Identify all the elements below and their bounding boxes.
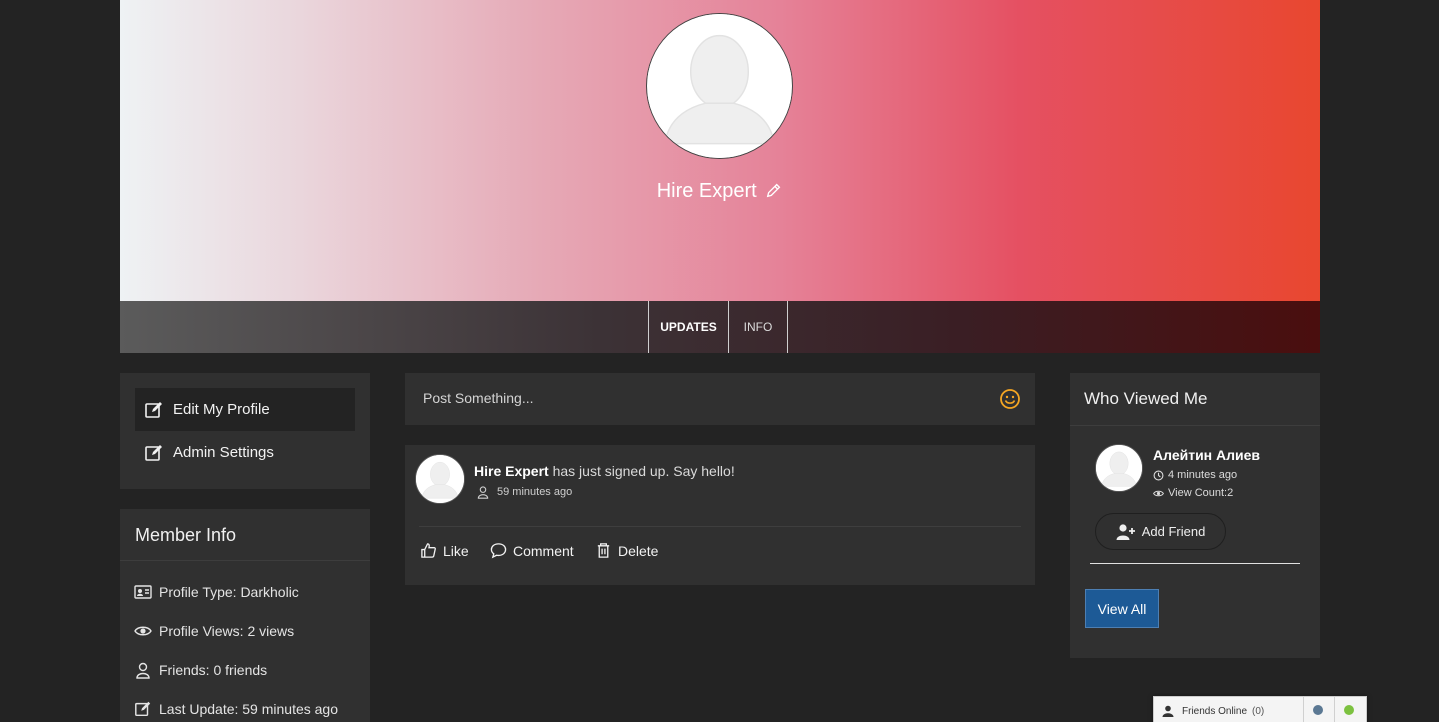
clock-icon: [1153, 470, 1164, 480]
feed-time-text: 59 minutes ago: [497, 486, 573, 498]
away-status-dot[interactable]: [1313, 705, 1323, 715]
online-status-dot[interactable]: [1344, 705, 1354, 715]
feed-text: Hire Expert has just signed up. Say hell…: [474, 463, 735, 479]
divider: [120, 560, 370, 561]
feed-avatar[interactable]: [415, 454, 465, 504]
who-viewed-title: Who Viewed Me: [1084, 389, 1208, 408]
profile-views-text: Profile Views: 2 views: [159, 623, 295, 639]
edit-icon: [135, 701, 151, 717]
viewer-time-text: 4 minutes ago: [1168, 469, 1238, 481]
viewer-count-text: View Count:2: [1168, 487, 1234, 499]
feed-author-link[interactable]: Hire Expert: [474, 463, 549, 479]
comment-label: Comment: [513, 542, 574, 559]
eye-icon: [1153, 490, 1164, 496]
friends-online-text: Friends Online: [1182, 705, 1248, 717]
user-icon: [1162, 705, 1174, 717]
friends-row: Friends: 0 friends: [134, 661, 267, 679]
divider: [1090, 563, 1300, 564]
divider: [1070, 425, 1320, 426]
divider: [419, 526, 1021, 527]
default-avatar-icon: [1096, 445, 1142, 491]
add-friend-label: Add Friend: [1141, 524, 1206, 539]
last-update-text: Last Update: 59 minutes ago: [159, 701, 339, 717]
viewer-count: View Count:2: [1153, 487, 1233, 499]
add-friend-button[interactable]: Add Friend: [1095, 513, 1226, 550]
feed-item: Hire Expert has just signed up. Say hell…: [405, 445, 1035, 585]
thumbs-up-icon: [421, 543, 436, 558]
friends-online-bar[interactable]: Friends Online (0): [1153, 696, 1367, 722]
who-viewed-panel: Who Viewed Me Алейтин Алиев 4 minutes ag…: [1070, 373, 1320, 658]
admin-settings-link[interactable]: Admin Settings: [135, 431, 355, 474]
default-avatar-icon: [416, 455, 464, 503]
profile-menu: Edit My Profile Admin Settings: [120, 373, 370, 489]
tab-updates[interactable]: UPDATES: [648, 301, 729, 353]
profile-avatar[interactable]: [646, 13, 793, 159]
delete-button[interactable]: Delete: [595, 542, 658, 559]
trash-icon: [597, 543, 610, 558]
pencil-icon[interactable]: [765, 181, 783, 199]
post-composer[interactable]: Post Something...: [405, 373, 1035, 425]
profile-views-row: Profile Views: 2 views: [134, 622, 294, 640]
default-avatar-icon: [647, 14, 792, 158]
tab-info[interactable]: INFO: [729, 301, 788, 353]
user-icon: [477, 486, 489, 499]
menu-label: Edit My Profile: [173, 401, 270, 418]
delete-label: Delete: [618, 542, 659, 559]
post-input-placeholder[interactable]: Post Something...: [423, 390, 534, 406]
feed-message: has just signed up. Say hello!: [548, 463, 735, 479]
like-button[interactable]: Like: [420, 542, 469, 559]
comment-button[interactable]: Comment: [490, 542, 574, 559]
divider: [1303, 697, 1304, 722]
profile-type-text: Profile Type: Darkholic: [159, 584, 299, 600]
profile-name-text: Hire Expert: [656, 180, 757, 202]
like-label: Like: [443, 542, 469, 559]
eye-icon: [134, 626, 152, 636]
comment-icon: [490, 543, 507, 559]
smiley-icon[interactable]: [999, 388, 1021, 410]
member-info-panel: Member Info Profile Type: Darkholic Prof…: [120, 509, 370, 722]
edit-profile-link[interactable]: Edit My Profile: [135, 388, 355, 431]
view-all-button[interactable]: View All: [1085, 589, 1159, 628]
profile-type-row: Profile Type: Darkholic: [134, 583, 299, 601]
divider: [1334, 697, 1335, 722]
last-update-row: Last Update: 59 minutes ago: [134, 700, 338, 718]
viewer-time: 4 minutes ago: [1153, 469, 1237, 481]
friends-online-count: (0): [1252, 705, 1265, 717]
edit-icon: [145, 444, 162, 461]
user-plus-icon: [1116, 523, 1135, 540]
viewer-avatar[interactable]: [1095, 444, 1143, 492]
viewer-name-link[interactable]: Алейтин Алиев: [1153, 447, 1260, 463]
friends-text: Friends: 0 friends: [159, 662, 268, 678]
id-card-icon: [134, 585, 152, 599]
profile-tabbar: UPDATES INFO: [120, 301, 1320, 353]
profile-name: Hire Expert: [620, 180, 820, 203]
menu-label: Admin Settings: [173, 444, 274, 461]
member-info-title: Member Info: [135, 525, 237, 545]
edit-icon: [145, 401, 162, 418]
friends-online-label[interactable]: Friends Online (0): [1162, 705, 1264, 717]
user-icon: [136, 662, 150, 679]
feed-time: 59 minutes ago: [476, 485, 572, 499]
